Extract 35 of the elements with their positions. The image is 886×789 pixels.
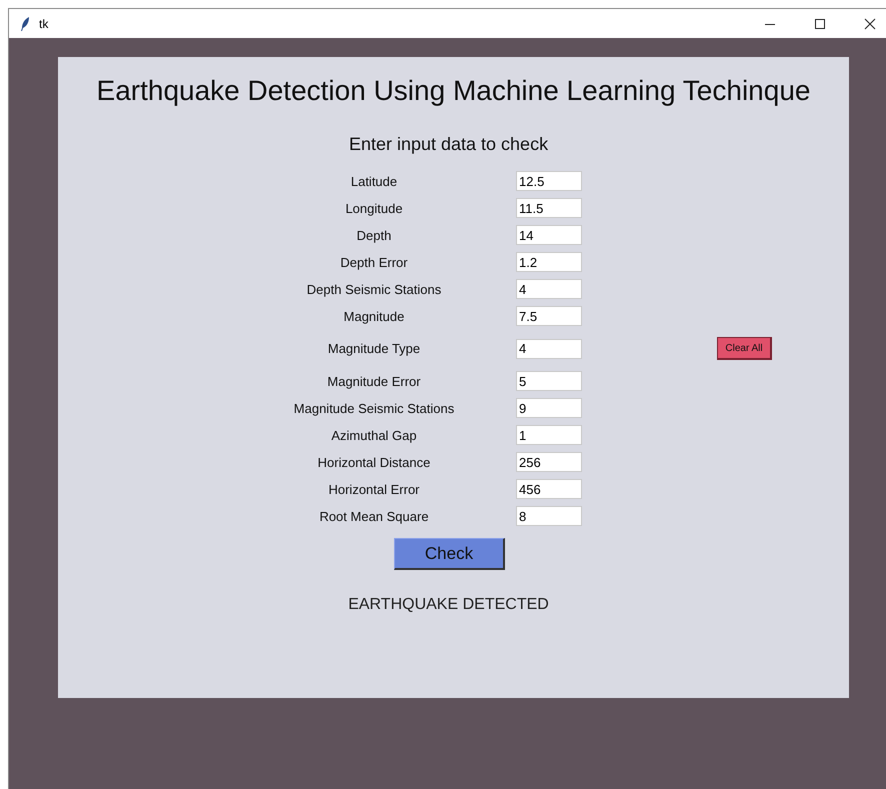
field-label: Depth Seismic Stations: [306, 282, 442, 296]
check-button[interactable]: Check: [394, 538, 505, 570]
input-field[interactable]: 456: [516, 479, 582, 499]
input-field[interactable]: 14: [516, 225, 582, 245]
maximize-icon[interactable]: [814, 18, 826, 30]
field-label: Magnitude Error: [326, 374, 422, 388]
input-field[interactable]: 4: [516, 338, 582, 358]
input-field[interactable]: 7.5: [516, 306, 582, 326]
field-label: Depth: [356, 228, 392, 242]
heading: Earthquake Detection Using Machine Learning Techinque: [96, 75, 810, 107]
field-label: Magnitude Seismic Stations: [292, 400, 456, 416]
input-field[interactable]: 8: [516, 506, 582, 526]
input-field[interactable]: 5: [516, 371, 582, 391]
input-field[interactable]: 1.2: [516, 252, 582, 272]
input-field[interactable]: 1: [516, 425, 582, 445]
field-label: Magnitude: [342, 308, 406, 324]
result-text: EARTHQUAKE DETECTED: [348, 596, 549, 614]
input-field[interactable]: 12.5: [516, 171, 582, 191]
window-title: tk: [39, 16, 48, 30]
field-label: Latitude: [350, 174, 398, 188]
close-icon[interactable]: [864, 18, 876, 30]
field-label: Horizontal Error: [327, 482, 421, 496]
input-field[interactable]: 4: [516, 279, 582, 299]
field-label: Magnitude Type: [326, 341, 422, 356]
field-label: Root Mean Square: [318, 508, 430, 524]
clear-all-button[interactable]: Clear All: [717, 337, 772, 360]
field-label: Horizontal Distance: [316, 454, 432, 470]
field-label: Azimuthal Gap: [330, 428, 418, 442]
field-label: Longitude: [344, 200, 404, 216]
field-label: Depth Error: [339, 254, 409, 270]
input-field[interactable]: 11.5: [516, 198, 582, 218]
input-field[interactable]: 9: [516, 398, 582, 418]
input-field[interactable]: 256: [516, 452, 582, 472]
subheading: Enter input data to check: [348, 134, 548, 155]
feather-icon: [19, 16, 31, 32]
